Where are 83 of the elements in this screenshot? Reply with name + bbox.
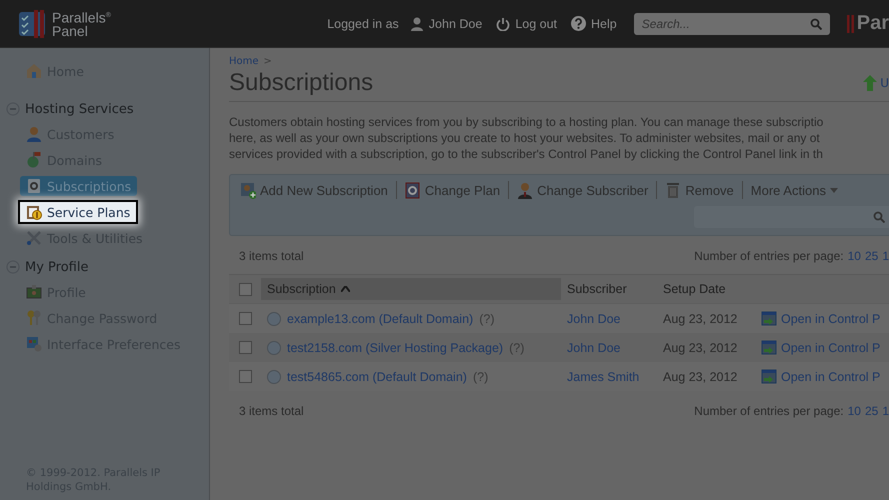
checkbox[interactable] <box>238 341 252 354</box>
page-size-link[interactable]: 25 <box>864 404 878 418</box>
page-size-link[interactable]: 25 <box>864 249 878 263</box>
sidebar-item[interactable]: Service Plans <box>20 202 136 222</box>
help-mark[interactable]: (?) <box>472 370 488 384</box>
checkbox[interactable] <box>238 282 252 296</box>
status-circle-icon <box>267 312 281 326</box>
description-text: Customers obtain hosting services from you by subscribing to a hosting plan. You can manage these subscriptio here, as well as your own subscriptions you create to host your websites. To administer websites, mail or any ot services provided with a subscription, go to the subscriber's Control Panel by clicking the Control Panel link in th <box>229 114 824 162</box>
collapse-toggle[interactable] <box>6 102 20 116</box>
checklist-logo-icon <box>18 8 48 38</box>
brand-name: Parallels$^{®}$ <box>52 9 111 25</box>
user-link[interactable]: John Doe <box>428 16 482 30</box>
table-cell: Aug 23, 2012 <box>663 370 738 384</box>
page-size-link[interactable]: 10 <box>848 404 861 418</box>
search-field[interactable]: Search... <box>634 12 830 34</box>
person-plus-icon <box>240 182 256 198</box>
page-size-link[interactable]: 1 <box>882 249 889 263</box>
logged-in-label: Logged in as <box>327 16 399 30</box>
brand-subtitle: Panel <box>52 24 88 38</box>
toolbar-button[interactable]: Add New Subscription <box>238 182 390 198</box>
table-cell: Aug 23, 2012 <box>663 340 738 354</box>
person-icon <box>517 182 534 198</box>
entries-per-page-label: Number of entries per page: <box>694 404 844 418</box>
breadcrumb-separator: > <box>264 56 272 67</box>
logout-link[interactable]: Log out <box>515 16 558 30</box>
search-icon <box>873 211 885 223</box>
section-heading: Hosting Services <box>25 102 134 116</box>
search-field[interactable] <box>694 206 889 228</box>
control-panel-link[interactable]: Open in Control P <box>761 340 880 356</box>
help-mark[interactable]: (?) <box>509 340 524 354</box>
subscriber-link[interactable]: John Doe <box>567 340 621 354</box>
arrow-up-icon <box>863 75 878 91</box>
more-actions-menu[interactable]: More Actions <box>748 182 840 198</box>
brand-name: Par <box>856 12 889 35</box>
globe-flag-icon <box>26 152 42 168</box>
status-circle-icon <box>267 340 281 354</box>
user-icon <box>410 16 424 30</box>
gear-page-icon <box>404 182 421 198</box>
gear-page-icon <box>26 178 42 194</box>
subscription-link[interactable]: test2158.com (Silver Hosting Package) <box>287 340 504 354</box>
checkbox[interactable] <box>238 370 252 383</box>
page-size-link[interactable]: 10 <box>848 249 861 263</box>
help-mark[interactable]: (?) <box>479 312 494 326</box>
column-header[interactable]: Setup Date <box>657 275 755 303</box>
house-icon <box>26 63 42 79</box>
toolbar-button[interactable]: Change Subscriber <box>515 182 650 198</box>
control-panel-link[interactable]: Open in Control P <box>761 368 880 384</box>
upgrade-link[interactable]: U <box>863 75 889 91</box>
column-header[interactable]: Subscriber <box>561 275 657 303</box>
subscriber-link[interactable]: John Doe <box>567 312 621 326</box>
control-panel-link[interactable]: Open in Control P <box>761 310 880 326</box>
page-title: Subscriptions <box>229 69 374 97</box>
power-icon <box>496 16 510 30</box>
breadcrumb-link[interactable]: Home <box>229 56 259 67</box>
help-link[interactable]: Help <box>591 16 617 30</box>
collapse-toggle[interactable] <box>6 260 20 274</box>
sort-up-icon <box>340 286 350 292</box>
subscriber-link[interactable]: James Smith <box>567 370 640 384</box>
column-header[interactable]: Subscription <box>261 278 561 300</box>
toolbar-button[interactable]: Remove <box>663 182 736 198</box>
sidebar-item[interactable]: Subscriptions <box>20 176 138 196</box>
clipboard-coin-icon <box>26 204 42 220</box>
id-card-icon <box>26 284 42 300</box>
window-gear-icon <box>26 336 42 352</box>
person-icon <box>26 126 42 142</box>
items-total: 3 items total <box>239 249 304 263</box>
subscription-link[interactable]: test54865.com (Default Domain) <box>287 370 467 384</box>
subscription-link[interactable]: example13.com (Default Domain) <box>287 312 474 326</box>
toolbar-button[interactable]: Change Plan <box>402 182 502 198</box>
search-icon <box>810 18 822 30</box>
caret-icon <box>830 188 838 192</box>
status-circle-icon <box>267 370 281 384</box>
checkbox[interactable] <box>238 312 252 325</box>
tools-icon <box>26 230 42 246</box>
help-icon <box>571 16 586 31</box>
entries-per-page-label: Number of entries per page: <box>694 249 844 263</box>
section-heading: My Profile <box>25 260 88 274</box>
table-cell: Aug 23, 2012 <box>663 312 738 326</box>
keys-icon <box>26 310 42 326</box>
bars-icon <box>846 14 855 32</box>
trash-icon <box>665 182 682 198</box>
page-size-link[interactable]: 1 <box>882 404 889 418</box>
items-total: 3 items total <box>239 404 304 418</box>
